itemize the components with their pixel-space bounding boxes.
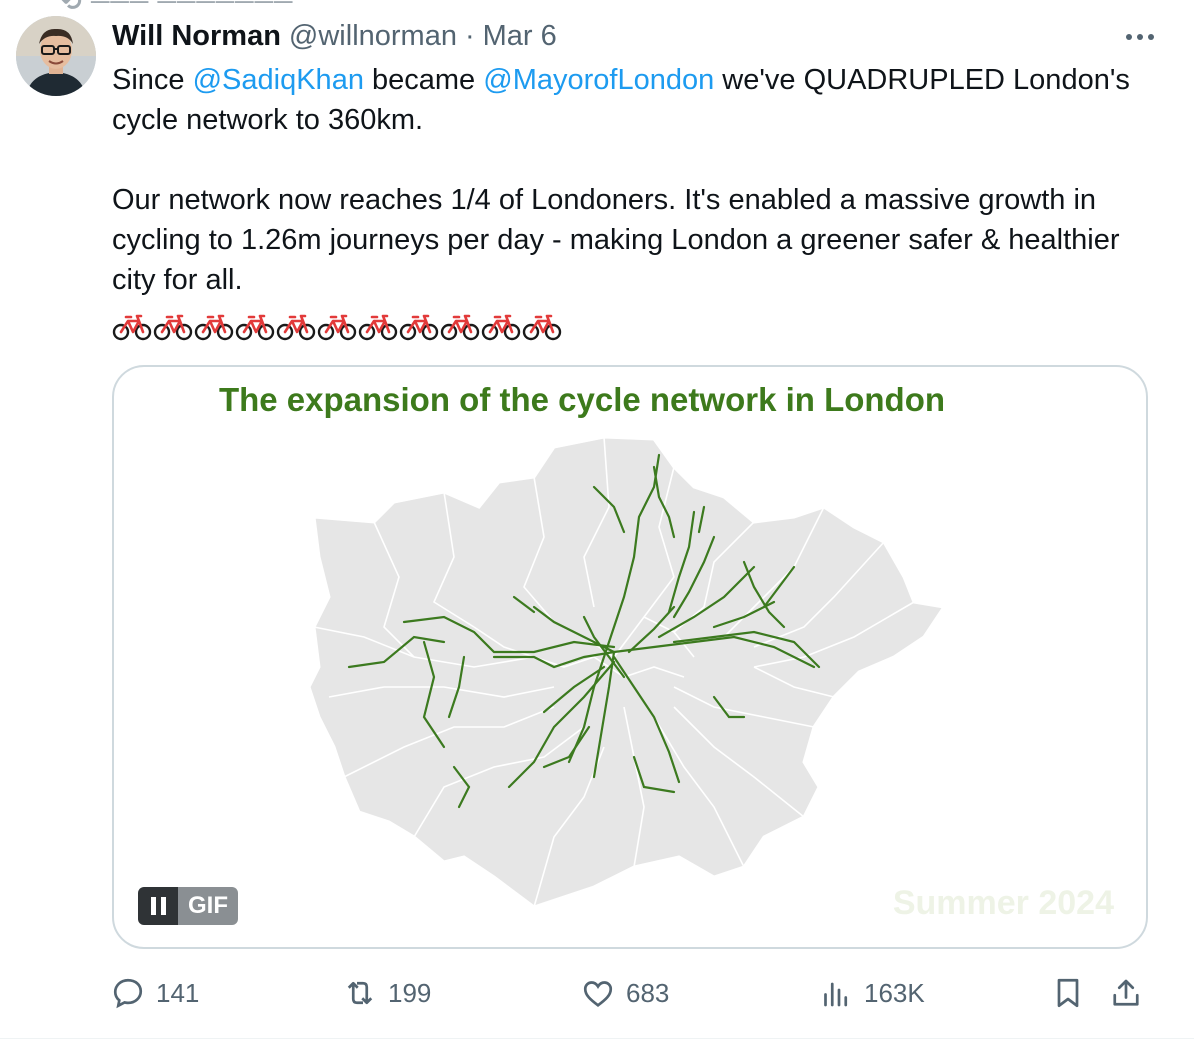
reply-button[interactable]: 141: [110, 970, 199, 1016]
gif-label: GIF: [178, 887, 238, 925]
bicycle-icon: [522, 314, 562, 341]
repost-count: 199: [388, 977, 432, 1008]
text-segment: Since: [112, 64, 193, 96]
tweet-paragraph-1: Since @SadiqKhan became @MayorofLondon w…: [112, 60, 1152, 140]
avatar-image: [16, 16, 96, 96]
like-button[interactable]: 683: [580, 970, 669, 1016]
map-title: The expansion of the cycle network in Lo…: [218, 381, 946, 418]
bicycle-icon: [399, 314, 439, 341]
pause-icon: [150, 897, 156, 915]
bicycle-icon: [112, 314, 152, 341]
reply-count: 141: [156, 977, 200, 1008]
repost-button[interactable]: 199: [342, 970, 431, 1016]
views-count: 163K: [864, 977, 925, 1008]
author-name[interactable]: Will Norman: [112, 20, 281, 53]
london-map-graphic: [307, 435, 947, 909]
bicycle-icon: [358, 314, 398, 341]
share-icon: [1113, 979, 1139, 1006]
avatar[interactable]: [16, 16, 96, 96]
more-icon: [1126, 34, 1132, 40]
author-handle[interactable]: @willnorman: [289, 20, 457, 53]
bookmark-button[interactable]: [1050, 970, 1086, 1016]
divider: [0, 1038, 1194, 1039]
bicycle-icon: [194, 314, 234, 341]
tweet-header: Will Norman @willnorman · Mar 6: [112, 16, 1134, 56]
map-season-watermark: Summer 2024: [892, 884, 1114, 922]
pause-button[interactable]: [138, 887, 178, 925]
reposted-context-line: ⟲ ─── ───────: [60, 0, 294, 16]
like-count: 683: [626, 977, 670, 1008]
views-button[interactable]: 163K: [818, 970, 925, 1016]
reply-icon: [113, 978, 143, 1009]
gif-controls: GIF: [138, 887, 238, 925]
bicycle-icon: [481, 314, 521, 341]
bookmark-icon: [1057, 978, 1079, 1008]
mention-mayoroflondon-link[interactable]: @MayorofLondon: [483, 64, 714, 96]
bicycle-icon: [153, 314, 193, 341]
repost-icon: [347, 981, 373, 1005]
text-segment: became: [363, 64, 484, 96]
bicycle-icon: [440, 314, 480, 341]
share-button[interactable]: [1108, 970, 1144, 1016]
separator: ·: [464, 19, 475, 52]
bicycle-icon: [276, 314, 316, 341]
gif-media-card[interactable]: The expansion of the cycle network in Lo…: [112, 365, 1148, 949]
views-icon: [824, 982, 848, 1007]
bicycle-icon: [317, 314, 357, 341]
tweet-text: Since @SadiqKhan became @MayorofLondon w…: [112, 60, 1152, 300]
london-outline: [307, 435, 947, 909]
more-options-button[interactable]: [1120, 24, 1160, 50]
bicycle-icon: [235, 314, 275, 341]
tweet-date[interactable]: Mar 6: [483, 20, 557, 53]
mention-sadiqkhan-link[interactable]: @SadiqKhan: [193, 64, 364, 96]
tweet-paragraph-2: Our network now reaches 1/4 of Londoners…: [112, 184, 1120, 296]
tweet-actions-bar: 141 199 683 163K: [110, 970, 1150, 1016]
like-icon: [583, 981, 613, 1007]
bicycle-emoji-row: [112, 310, 562, 344]
